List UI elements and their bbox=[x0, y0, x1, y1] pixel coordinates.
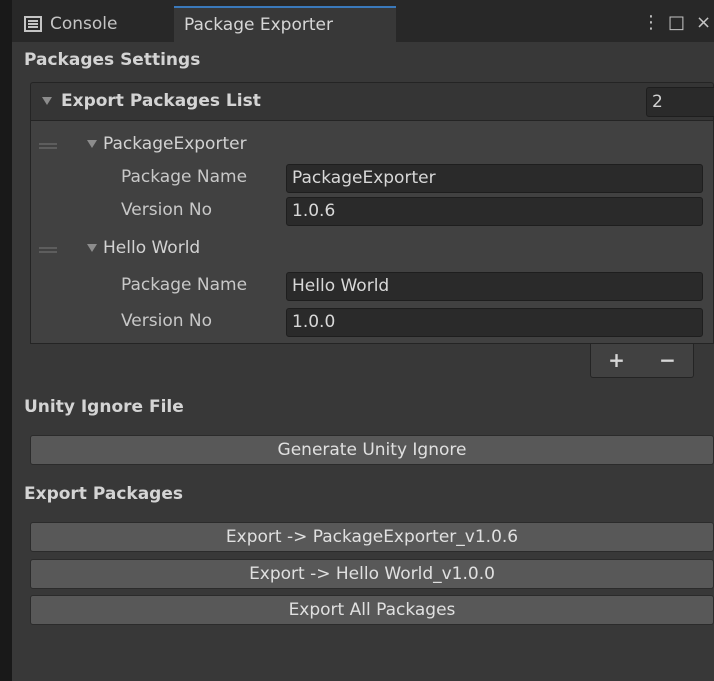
export-packageexporter-button[interactable]: Export -> PackageExporter_v1.0.6 bbox=[30, 522, 714, 552]
package-name-field[interactable]: PackageExporter bbox=[286, 164, 703, 193]
drag-handle-icon[interactable] bbox=[39, 247, 57, 253]
version-no-label: Version No bbox=[121, 311, 213, 331]
list-size-field[interactable]: 2 bbox=[646, 87, 714, 117]
export-all-packages-button[interactable]: Export All Packages bbox=[30, 595, 714, 625]
more-options-icon[interactable]: ⋮ bbox=[642, 11, 660, 35]
version-no-field[interactable]: 1.0.0 bbox=[286, 308, 703, 337]
version-no-row: Version No 1.0.0 bbox=[31, 307, 713, 339]
package-name-row: Package Name Hello World bbox=[31, 271, 713, 303]
version-no-label: Version No bbox=[121, 200, 213, 220]
package-name-label: Package Name bbox=[121, 275, 248, 295]
list-item: Hello World bbox=[31, 234, 713, 266]
tab-package-exporter[interactable]: Package Exporter bbox=[174, 6, 396, 42]
package-name-row: Package Name PackageExporter bbox=[31, 163, 713, 195]
package-foldout-label: Hello World bbox=[103, 238, 201, 258]
drag-handle-icon[interactable] bbox=[39, 143, 57, 149]
export-packages-list-header[interactable]: Export Packages List 2 bbox=[30, 82, 714, 120]
package-foldout[interactable]: PackageExporter bbox=[87, 134, 247, 154]
package-exporter-window: Console Package Exporter ⋮ □ × Packages … bbox=[12, 0, 714, 681]
tab-package-exporter-label: Package Exporter bbox=[184, 15, 333, 35]
maximize-icon[interactable]: □ bbox=[668, 11, 685, 35]
version-no-field[interactable]: 1.0.6 bbox=[286, 197, 703, 226]
console-icon bbox=[24, 16, 42, 32]
package-name-field[interactable]: Hello World bbox=[286, 272, 703, 301]
close-icon[interactable]: × bbox=[696, 11, 711, 35]
packages-settings-title: Packages Settings bbox=[24, 50, 201, 70]
list-item: PackageExporter bbox=[31, 130, 713, 162]
package-name-label: Package Name bbox=[121, 167, 248, 187]
add-item-button[interactable]: + bbox=[591, 344, 642, 377]
export-packages-title: Export Packages bbox=[24, 484, 184, 504]
foldout-arrow-icon bbox=[87, 140, 97, 148]
remove-item-button[interactable]: − bbox=[642, 344, 693, 377]
package-foldout-label: PackageExporter bbox=[103, 134, 247, 154]
foldout-arrow-icon bbox=[87, 244, 97, 252]
tab-console[interactable]: Console bbox=[24, 6, 174, 42]
version-no-row: Version No 1.0.6 bbox=[31, 196, 713, 228]
unity-ignore-title: Unity Ignore File bbox=[24, 397, 184, 417]
tab-console-label: Console bbox=[50, 14, 118, 34]
foldout-arrow-icon bbox=[42, 97, 52, 105]
package-foldout[interactable]: Hello World bbox=[87, 238, 200, 258]
export-packages-list-title: Export Packages List bbox=[61, 91, 261, 111]
tab-bar: Console Package Exporter ⋮ □ × bbox=[12, 0, 714, 42]
generate-unity-ignore-button[interactable]: Generate Unity Ignore bbox=[30, 435, 714, 465]
export-hello-world-button[interactable]: Export -> Hello World_v1.0.0 bbox=[30, 559, 714, 589]
list-footer: + − bbox=[590, 344, 694, 378]
export-packages-list: PackageExporter Package Name PackageExpo… bbox=[30, 120, 714, 344]
